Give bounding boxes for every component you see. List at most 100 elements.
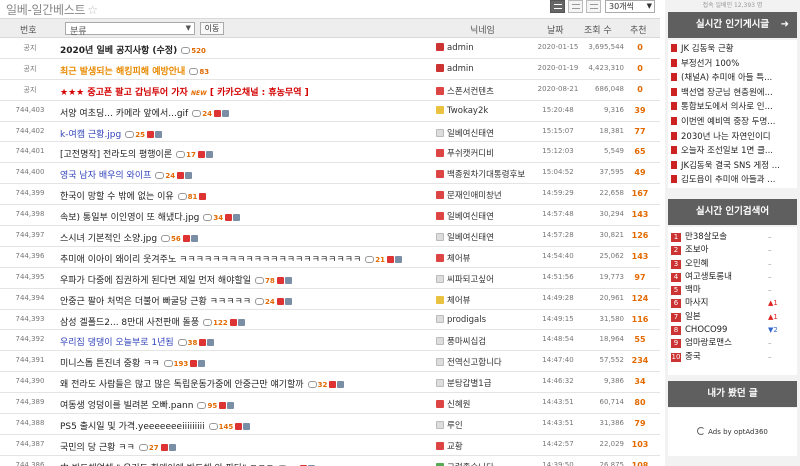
author-nick[interactable]: 루인 <box>436 419 536 431</box>
hot-post-item[interactable]: 통합보도에서 의사로 인... <box>668 100 797 115</box>
table-row[interactable]: 744,402 k-여캠 근황.jpg 25 일베여신태연 15:15:07 18,381… <box>0 122 660 143</box>
category-select[interactable]: 분류 ▼ <box>65 22 195 37</box>
post-title[interactable]: ★★★ 중고폰 팔고 갑님투어 가자 NEW [ 카카오채널 : 휴농무역 ] <box>60 85 430 98</box>
table-row[interactable]: 공지 ★★★ 중고폰 팔고 갑님투어 가자 NEW [ 카카오채널 : 휴농무역… <box>0 79 660 101</box>
table-row[interactable]: 744,403 서양 여초딩... 카메라 앞에서...gif 24 Twokay2k… <box>0 101 660 122</box>
author-nick[interactable]: 일베여신태연 <box>436 210 536 222</box>
hot-post-item[interactable]: 김도읍이 추미애 아들과 ... <box>668 173 797 188</box>
post-title[interactable]: 우파가 다중에 집권하게 된다면 제일 먼저 해야할일 78 <box>60 273 430 286</box>
keyword-item[interactable]: 7 일본 ▲1 <box>668 311 797 324</box>
keyword-word: 일본 <box>685 311 701 322</box>
image-attached-icon <box>160 443 168 451</box>
keyword-item[interactable]: 9 엄마랑로맨스 – <box>668 337 797 350</box>
keyword-item[interactable]: 8 CHOCO99 ▼2 <box>668 324 797 337</box>
author-nick[interactable]: 씨파되고싶어 <box>436 273 536 285</box>
post-title[interactable]: k-여캠 근황.jpg 25 <box>60 127 430 140</box>
post-title[interactable]: 中 반도체업체 " 우리도 화웨이에 반도체 안 판다" ㅋㅋㅋ29 <box>60 461 430 466</box>
keyword-item[interactable]: 10 중국 – <box>668 351 797 364</box>
keyword-item[interactable]: 6 마사지 ▲1 <box>668 297 797 310</box>
move-button[interactable]: 이동 <box>200 22 224 35</box>
author-nick[interactable]: admin <box>436 63 536 74</box>
hot-post-item[interactable]: JK김동욱 결국 SNS 게정 ... <box>668 159 797 174</box>
table-row[interactable]: 744,395 우파가 다중에 집권하게 된다면 제일 먼저 해야할일 78 씨파되고… <box>0 268 660 289</box>
post-title[interactable]: 서양 여초딩... 카메라 앞에서...gif 24 <box>60 106 430 119</box>
hot-post-item[interactable]: 2030년 나는 자연인이디 <box>668 130 797 145</box>
post-title[interactable]: 여동생 엉덩이를 빌려본 오빠.pann 95 <box>60 398 430 411</box>
hot-post-item[interactable]: (채널A) 추미애 아들 특... <box>668 71 797 86</box>
table-row[interactable]: 744,398 속보) 통일부 이인영이 또 해냈다.jpg 34 일베여신태연 14:… <box>0 205 660 227</box>
table-row[interactable]: 744,388 PS5 출시일 및 가격.yeeeeeeeiiiiiiiii 145… <box>0 414 660 435</box>
post-title[interactable]: 왜 전라도 사람들은 많고 많은 독립운동가중에 안중근만 얘기할까 32 <box>60 377 430 390</box>
author-nick[interactable]: 신혜원 <box>436 398 536 410</box>
table-row[interactable]: 744,401 [고전명작] 전라도의 평행이론 17 푸쉬캣커디비 15:12:03 5… <box>0 142 660 164</box>
author-nick[interactable]: 일베여신태연 <box>436 231 536 243</box>
author-nick[interactable]: 문재인애미창년 <box>436 189 536 201</box>
list-view-icon[interactable] <box>550 0 565 13</box>
viewed-posts-header[interactable]: 내가 봤던 글 <box>668 381 797 407</box>
hot-post-item[interactable]: JK 김동욱 근황 <box>668 42 797 57</box>
post-title[interactable]: 2020년 일베 공지사항 (수정) 520 <box>60 43 430 56</box>
author-nick[interactable]: 체어뷰 <box>436 294 536 306</box>
post-title[interactable]: 미니스톱 튼진녀 중황 ㅋㅋ 193 <box>60 356 430 369</box>
per-page-select[interactable]: 30개씩 ▼ <box>605 0 655 13</box>
keyword-item[interactable]: 2 조보아 – <box>668 244 797 257</box>
table-row[interactable]: 744,387 국민의 당 근황 ㅋㅋ 27 교황 14:42:57 22,029 103 <box>0 435 660 456</box>
keyword-item[interactable]: 4 여고생토롱내 – <box>668 271 797 284</box>
table-row[interactable]: 공지 최근 발생되는 해킹피해 예방안내 83 admin 2020-01-19 … <box>0 58 660 80</box>
post-title[interactable]: 영국 남자 배우의 와이프 24 <box>60 168 430 181</box>
author-nick[interactable]: 교황 <box>436 440 536 452</box>
keyword-item[interactable]: 3 오민혜 – <box>668 258 797 271</box>
table-row[interactable]: 744,396 추미애 이아이 왜이리 웃겨주노 ㅋㅋㅋㅋㅋㅋㅋㅋㅋㅋㅋㅋㅋㅋㅋㅋ… <box>0 247 660 268</box>
post-title[interactable]: PS5 출시일 및 가격.yeeeeeeeiiiiiiiii 145 <box>60 419 430 432</box>
author-nick[interactable]: 일베여신태연 <box>436 127 536 139</box>
grid-view-icon[interactable] <box>568 0 583 13</box>
hot-post-item[interactable]: 이번엔 예비역 중장 두명... <box>668 115 797 130</box>
image-attached-icon <box>229 318 237 326</box>
post-title[interactable]: 속보) 통일부 이인영이 또 해냈다.jpg 34 <box>60 210 430 223</box>
table-row[interactable]: 744,394 안중근 팔아 처먹은 더불어 빠굴당 근황 ㅋㅋㅋㅋㅋ 24 체어뷰 1… <box>0 289 660 310</box>
author-nick[interactable]: 스폰서컨텐츠 <box>436 85 536 97</box>
user-level-icon <box>436 421 444 430</box>
author-nick[interactable]: Twokay2k <box>436 105 536 116</box>
table-row[interactable]: 744,393 삼성 겔폴드2... 8만대 사전판매 돌풍 122 prodigal… <box>0 310 660 331</box>
post-title[interactable]: 스시녀 기본적인 소양.jpg 56 <box>60 231 430 244</box>
post-title[interactable]: 국민의 당 근황 ㅋㅋ 27 <box>60 440 430 453</box>
table-row[interactable]: 744,392 우리집 댕댕이 오늘부로 1년됨 38 풍마씨십검 14:48:54 18… <box>0 330 660 352</box>
table-row[interactable]: 744,389 여동생 엉덩이를 빌려본 오빠.pann 95 신혜원 14:43:51… <box>0 393 660 415</box>
author-nick[interactable]: 풍마씨십검 <box>436 335 536 347</box>
bullet-icon <box>671 116 677 125</box>
ads-box[interactable]: Ads by optAd360 <box>668 408 797 456</box>
hot-post-item[interactable]: 백선엽 장군님 현충원에... <box>668 86 797 101</box>
hot-posts-header[interactable]: 실시간 인기게시글 ➜ <box>668 12 797 38</box>
hot-post-item[interactable]: 오늘자 조선일보 1면 클... <box>668 144 797 159</box>
author-nick[interactable]: 체어뷰 <box>436 252 536 264</box>
author-nick[interactable]: prodigals <box>436 314 536 325</box>
author-nick[interactable]: 분탕갑별1급 <box>436 377 536 389</box>
keyword-item[interactable]: 1 만38살모솔 – <box>668 231 797 244</box>
author-nick[interactable]: 푸쉬캣커디비 <box>436 147 536 159</box>
post-title[interactable]: [고전명작] 전라도의 평행이론 17 <box>60 147 430 160</box>
author-nick[interactable]: admin <box>436 43 536 53</box>
table-row[interactable]: 744,399 한국이 망할 수 밖에 없는 이유 81 문재인애미창년 14:59:2… <box>0 184 660 206</box>
post-title[interactable]: 한국이 망할 수 밖에 없는 이유 81 <box>60 189 430 202</box>
post-title[interactable]: 추미애 이아이 왜이리 웃겨주노 ㅋㅋㅋㅋㅋㅋㅋㅋㅋㅋㅋㅋㅋㅋㅋㅋㅋㅋㅋㅋㅋㅋ 2… <box>60 252 430 265</box>
post-title[interactable]: 최근 발생되는 해킹피해 예방안내 83 <box>60 64 430 77</box>
table-row[interactable]: 744,397 스시녀 기본적인 소양.jpg 56 일베여신태연 14:57:28 30… <box>0 226 660 247</box>
post-title[interactable]: 안중근 팔아 처먹은 더불어 빠굴당 근황 ㅋㅋㅋㅋㅋ 24 <box>60 294 430 307</box>
favorite-star-icon[interactable]: ☆ <box>87 3 98 17</box>
hot-post-item[interactable]: 부정선거 100% <box>668 57 797 72</box>
keyword-item[interactable]: 5 백마 – <box>668 284 797 297</box>
author-nick[interactable]: 그럼좋습니다 <box>436 461 536 466</box>
author-nick[interactable]: 백종원차기대통령후보 <box>436 168 536 180</box>
table-row[interactable]: 744,400 영국 남자 배우의 와이프 24 백종원차기대통령후보 15:04:52… <box>0 163 660 185</box>
post-title[interactable]: 삼성 겔폴드2... 8만대 사전판매 돌풍 122 <box>60 315 430 328</box>
keyword-rank: 8 <box>671 326 681 336</box>
post-board: 번호 분류 ▼ 이동 닉네임 날짜 조회 수 추천 공지 2020년 일베 공지사… <box>0 18 660 466</box>
table-row[interactable]: 744,386中 반도체업체 " 우리도 화웨이에 반도체 안 판다" ㅋㅋㅋ2… <box>0 456 660 466</box>
table-row[interactable]: 744,391 미니스톱 튼진녀 중황 ㅋㅋ 193 전역신고합니다 14:47:40 5… <box>0 351 660 373</box>
gallery-view-icon[interactable] <box>586 0 601 13</box>
table-row[interactable]: 공지 2020년 일베 공지사항 (수정) 520 admin 2020-01-1… <box>0 38 660 59</box>
post-title[interactable]: 우리집 댕댕이 오늘부로 1년됨 38 <box>60 335 430 348</box>
table-row[interactable]: 744,390 왜 전라도 사람들은 많고 많은 독립운동가중에 안중근만 얘기할… <box>0 372 660 394</box>
author-nick[interactable]: 전역신고합니다 <box>436 356 536 368</box>
